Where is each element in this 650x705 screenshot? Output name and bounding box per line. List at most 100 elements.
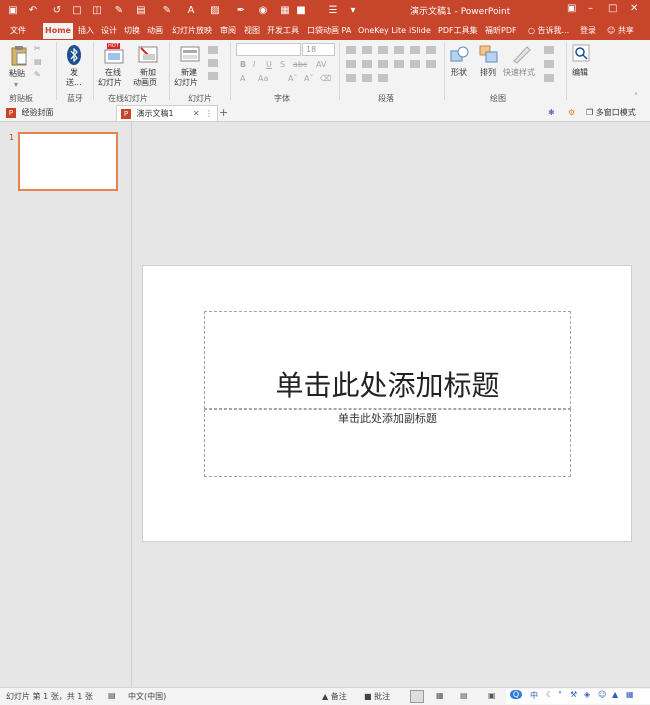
tab-home[interactable]: Home (43, 23, 73, 39)
numbering-icon[interactable] (362, 46, 372, 54)
section-icon[interactable] (208, 72, 218, 80)
paste-dropdown-icon[interactable]: ▾ (14, 80, 18, 90)
pen-icon[interactable]: ✒ (234, 3, 248, 19)
share-button[interactable]: ☺ 共享 (605, 23, 636, 39)
ime-user-icon[interactable]: ☺ (598, 690, 606, 699)
slideshow-view-icon[interactable]: ▣ (488, 691, 496, 700)
new-file-icon[interactable]: □ (70, 3, 84, 19)
normal-view-icon[interactable] (410, 690, 424, 703)
subtitle-placeholder[interactable]: 单击此处添加副标题 (204, 409, 571, 477)
maximize-icon[interactable]: □ (608, 3, 617, 14)
clear-format-icon[interactable]: ⌫ (320, 74, 331, 84)
align-text-icon[interactable] (426, 60, 436, 68)
shrink-font-icon[interactable]: Aˇ (304, 74, 313, 84)
tab-file[interactable]: 文件 (8, 23, 28, 39)
bold-icon[interactable]: B (240, 60, 246, 70)
edit-icon[interactable]: ✎ (160, 3, 174, 19)
tab-view[interactable]: 视图 (242, 23, 262, 39)
increase-indent-icon[interactable] (394, 46, 404, 54)
undo-icon[interactable]: ↶ (26, 3, 40, 19)
doc-tab-cover[interactable]: P 经验封面 (6, 105, 114, 120)
format-painter-icon[interactable]: ✎ (34, 70, 41, 80)
send-button-line2[interactable]: 送... (66, 78, 82, 88)
tab-insert[interactable]: 插入 (76, 23, 96, 39)
spelling-icon[interactable]: ▤ (108, 691, 116, 700)
save-icon[interactable]: ▣ (6, 3, 20, 19)
notes-button[interactable]: ▲ 备注 (322, 691, 347, 702)
list-icon[interactable]: ☰ (326, 3, 340, 19)
ime-wrench-icon[interactable]: ⚒ (570, 690, 577, 699)
new-slide-line1[interactable]: 新建 (181, 68, 197, 78)
shape-fill-icon[interactable] (544, 46, 554, 54)
reset-icon[interactable] (208, 59, 218, 67)
shapes-button[interactable]: 形状 (451, 68, 467, 78)
language-status[interactable]: 中文(中国) (128, 691, 166, 702)
font-color-icon[interactable]: A (240, 74, 245, 84)
new-slide-icon[interactable] (180, 45, 200, 63)
online-slide-line1[interactable]: 在线 (105, 68, 121, 78)
align-right-icon[interactable] (378, 60, 388, 68)
send-button-line1[interactable]: 发 (70, 68, 78, 78)
font-size-input[interactable]: 18 (302, 43, 335, 56)
collapse-ribbon-icon[interactable]: ˄ (634, 92, 638, 102)
slide-canvas[interactable]: 单击此处添加标题 单击此处添加副标题 (142, 265, 632, 542)
puzzle-icon[interactable]: ✱ (548, 105, 555, 120)
paste-icon[interactable] (10, 45, 28, 67)
close-tab-icon[interactable]: ✕ (193, 106, 200, 121)
ribbon-options-icon[interactable]: ▣ (567, 3, 576, 14)
new-animation-page-icon[interactable] (138, 44, 158, 64)
brush-icon[interactable]: ✎ (112, 3, 126, 19)
color-icon[interactable]: ■ (294, 3, 308, 19)
more-icon[interactable]: ▾ (346, 3, 360, 19)
title-placeholder[interactable]: 单击此处添加标题 (204, 311, 571, 409)
shape-effects-icon[interactable] (544, 74, 554, 82)
ime-chinese-mode[interactable]: 中 (530, 690, 538, 701)
columns-icon[interactable] (410, 60, 420, 68)
tab-foxit-pdf[interactable]: 福昕PDF (483, 23, 519, 39)
new-slide-line2[interactable]: 幻灯片 (174, 78, 198, 88)
sign-in-link[interactable]: 登录 (578, 23, 598, 39)
ime-grid-icon[interactable]: ▦ (626, 690, 634, 699)
distribute-icon[interactable] (362, 74, 372, 82)
tab-pocket-animation[interactable]: 口袋动画 PA (305, 23, 353, 39)
redo-icon[interactable]: ↺ (50, 3, 64, 19)
align-center-icon[interactable] (362, 60, 372, 68)
arrange-icon[interactable] (479, 45, 499, 63)
copy-small-icon[interactable]: ▤ (34, 57, 42, 67)
tab-animations[interactable]: 动画 (145, 23, 165, 39)
tab-slideshow[interactable]: 幻灯片放映 (170, 23, 214, 39)
grow-font-icon[interactable]: Aˆ (288, 74, 297, 84)
tab-islide[interactable]: iSlide (407, 23, 433, 39)
arrange-button[interactable]: 排列 (480, 68, 496, 78)
char-spacing-icon[interactable]: AV (316, 60, 326, 70)
font-name-input[interactable] (236, 43, 301, 56)
slide-thumbnail-1[interactable] (18, 132, 118, 191)
paste-button[interactable]: 粘贴 (9, 69, 25, 79)
tab-onekey[interactable]: OneKey Lite (356, 23, 408, 39)
tab-menu-icon[interactable]: ⋮ (205, 106, 213, 121)
shadow-icon[interactable]: S (280, 60, 285, 70)
paragraph-extra-icon[interactable] (378, 74, 388, 82)
slide-sorter-icon[interactable]: ▦ (436, 691, 444, 700)
strikethrough-icon[interactable]: abc (293, 60, 307, 70)
justify-icon[interactable] (394, 60, 404, 68)
clipboard-icon[interactable]: ▨ (208, 3, 222, 19)
tell-me-search[interactable]: ○ 告诉我... (526, 23, 571, 39)
ime-logo-icon[interactable]: Q (510, 690, 522, 699)
reading-view-icon[interactable]: ▤ (460, 691, 468, 700)
editing-button[interactable]: 编辑 (572, 68, 588, 78)
decrease-indent-icon[interactable] (378, 46, 388, 54)
close-icon[interactable]: ✕ (630, 3, 638, 14)
smartart-icon[interactable] (346, 74, 356, 82)
align-left-icon[interactable] (346, 60, 356, 68)
tab-developer[interactable]: 开发工具 (265, 23, 301, 39)
quick-styles-button[interactable]: 快速样式 (503, 68, 535, 78)
quick-styles-icon[interactable] (511, 44, 533, 64)
new-animation-line2[interactable]: 动画页 (133, 78, 157, 88)
shape-icon[interactable]: ◉ (256, 3, 270, 19)
open-folder-icon[interactable]: ◫ (90, 3, 104, 19)
line-spacing-icon[interactable] (410, 46, 420, 54)
find-icon[interactable] (572, 44, 590, 62)
shape-outline-icon[interactable] (544, 60, 554, 68)
multi-window-button[interactable]: ❐ 多窗口模式 (586, 105, 636, 120)
